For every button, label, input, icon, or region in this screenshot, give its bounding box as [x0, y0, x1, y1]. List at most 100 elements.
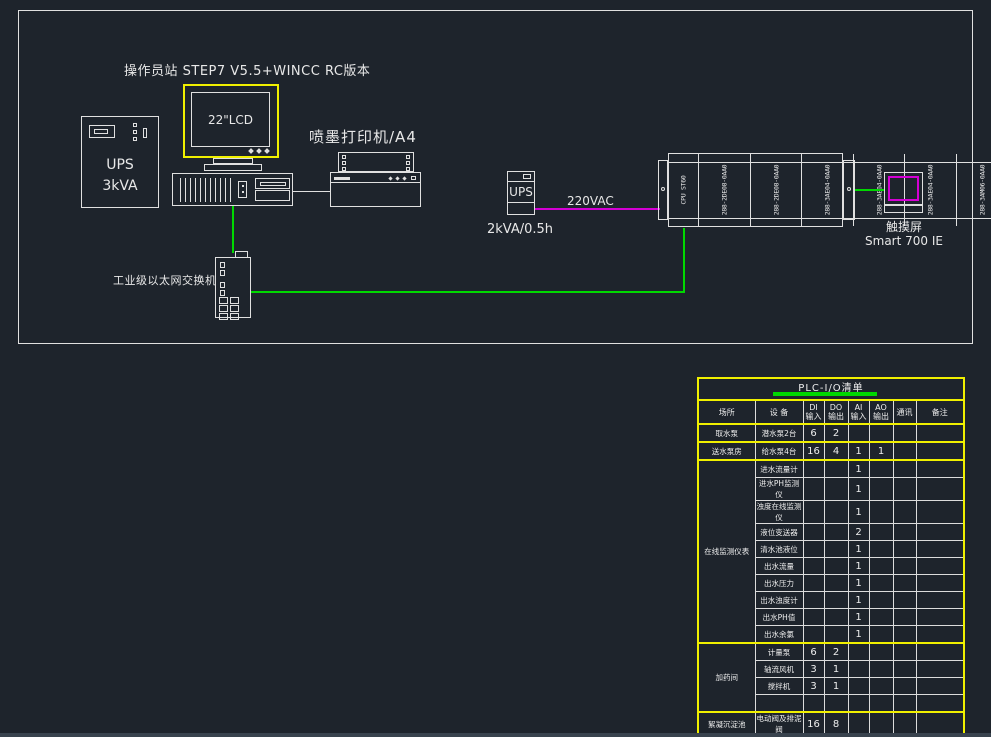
table-row: 在线监测仪表进水流量计1	[698, 460, 964, 478]
device-cell: 出水浊度计	[755, 592, 803, 609]
ups-vent	[133, 130, 137, 134]
ups-display	[89, 125, 115, 138]
device-cell: 计量泵	[755, 643, 803, 661]
io-count-cell: 16	[803, 442, 824, 460]
io-count-cell	[916, 643, 964, 661]
device-cell: 进水PH监测仪	[755, 478, 803, 501]
plc-module: 288-2DE08-0AA0	[750, 154, 802, 226]
io-count-cell	[824, 626, 848, 644]
io-count-cell	[893, 460, 916, 478]
table-header-cell: 场所	[698, 400, 755, 424]
monitor-base	[204, 164, 262, 171]
io-count-cell	[803, 524, 824, 541]
io-count-cell	[916, 558, 964, 575]
io-count-cell	[824, 695, 848, 713]
location-cell: 加药间	[698, 643, 755, 712]
table-row: 加药间计量泵62	[698, 643, 964, 661]
io-count-cell	[869, 695, 893, 713]
io-count-cell	[869, 643, 893, 661]
io-count-cell	[893, 501, 916, 524]
io-count-cell: 1	[824, 678, 848, 695]
io-count-cell	[824, 558, 848, 575]
plc-io-table: PLC-I/O清单场所设 备DI输入DO输出AI输入AO输出通讯备注取水泵潜水泵…	[697, 377, 965, 737]
pc-workstation	[172, 173, 293, 206]
io-count-cell	[869, 524, 893, 541]
plc-module: 288-2DE08-0AA0	[698, 154, 750, 226]
io-count-cell	[869, 609, 893, 626]
io-count-cell	[916, 524, 964, 541]
io-count-cell	[916, 501, 964, 524]
device-cell: 进水流量计	[755, 460, 803, 478]
io-count-cell: 1	[848, 609, 869, 626]
device-cell: 出水压力	[755, 575, 803, 592]
io-count-cell	[869, 661, 893, 678]
location-cell: 在线监测仪表	[698, 460, 755, 643]
io-count-cell	[803, 501, 824, 524]
io-count-cell	[869, 424, 893, 442]
io-count-cell: 6	[803, 643, 824, 661]
io-count-cell: 1	[848, 592, 869, 609]
io-count-cell	[824, 609, 848, 626]
device-cell	[755, 695, 803, 713]
table-header-cell: AI输入	[848, 400, 869, 424]
io-count-cell	[869, 678, 893, 695]
printer-tray	[338, 152, 414, 172]
ups-3kva: UPS 3kVA	[81, 116, 159, 208]
monitor-button	[256, 148, 262, 154]
io-count-cell	[893, 695, 916, 713]
io-count-cell	[916, 678, 964, 695]
io-count-cell	[824, 524, 848, 541]
io-count-cell: 4	[824, 442, 848, 460]
printer-label: 喷墨打印机/A4	[309, 126, 417, 147]
io-count-cell	[893, 592, 916, 609]
io-count-cell: 3	[803, 678, 824, 695]
touchscreen-base	[884, 205, 923, 213]
io-count-cell	[893, 442, 916, 460]
cad-canvas: 操作员站 STEP7 V5.5+WINCC RC版本 UPS 3kVA 22"L…	[0, 0, 991, 737]
lcd-screen: 22"LCD	[191, 92, 270, 147]
io-count-cell	[916, 626, 964, 644]
io-count-cell: 1	[848, 541, 869, 558]
io-count-cell	[803, 626, 824, 644]
io-count-cell	[869, 592, 893, 609]
io-count-cell	[803, 478, 824, 501]
power-label: 220VAC	[567, 194, 614, 208]
ups-slot	[143, 128, 147, 138]
device-cell: 轴流风机	[755, 661, 803, 678]
io-count-cell	[893, 575, 916, 592]
operator-station-label: 操作员站 STEP7 V5.5+WINCC RC版本	[124, 60, 370, 79]
plc-module: 288-3AM06-0AA0	[956, 154, 991, 226]
io-count-cell	[893, 678, 916, 695]
io-count-cell	[869, 501, 893, 524]
table-row: 送水泵房给水泵4台16411	[698, 442, 964, 460]
io-count-cell	[848, 695, 869, 713]
device-cell: 搅拌机	[755, 678, 803, 695]
io-count-cell	[893, 643, 916, 661]
table-header-cell: 通讯	[893, 400, 916, 424]
pc-vent-grille	[180, 178, 232, 202]
io-count-cell	[803, 460, 824, 478]
io-count-cell: 1	[848, 626, 869, 644]
io-count-cell	[916, 661, 964, 678]
printer-body	[330, 172, 421, 207]
table-header-cell: 备注	[916, 400, 964, 424]
pc-button-panel	[238, 181, 247, 198]
io-count-cell	[916, 442, 964, 460]
io-count-cell	[824, 460, 848, 478]
io-count-cell	[893, 626, 916, 644]
device-cell: 液位变送器	[755, 524, 803, 541]
window-bottom-edge	[0, 733, 991, 737]
ethernet-line-hmi	[855, 189, 884, 191]
plc-module: CPU ST60	[669, 154, 698, 226]
io-count-cell	[869, 575, 893, 592]
device-cell: 出水余氯	[755, 626, 803, 644]
io-count-cell: 1	[848, 478, 869, 501]
io-count-cell	[893, 524, 916, 541]
ups-capacity-label: 2kVA/0.5h	[487, 222, 553, 237]
io-count-cell	[869, 626, 893, 644]
io-count-cell	[893, 424, 916, 442]
pc-printer-cable	[293, 191, 330, 192]
device-cell: 出水PH值	[755, 609, 803, 626]
monitor-button	[248, 148, 254, 154]
io-count-cell	[803, 558, 824, 575]
